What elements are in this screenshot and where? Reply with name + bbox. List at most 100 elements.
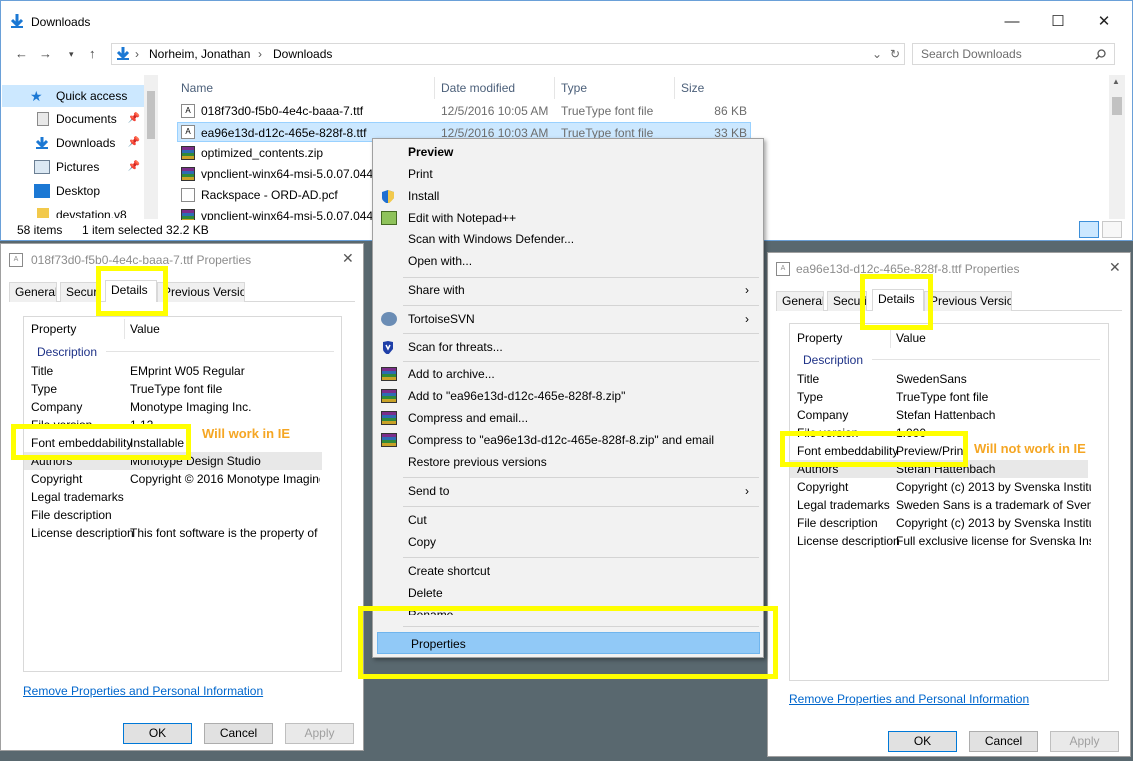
close-button[interactable]: ✕ <box>1081 9 1127 35</box>
menu-item-print[interactable]: Print <box>375 163 761 185</box>
list-item[interactable]: Type TrueType font file <box>31 380 331 398</box>
scroll-up-icon[interactable]: ▲ <box>1112 77 1120 86</box>
up-icon[interactable]: ↑ <box>89 46 96 61</box>
scroll-thumb[interactable] <box>1112 97 1122 115</box>
nav-item-desktop[interactable]: Desktop <box>2 180 144 202</box>
list-item[interactable]: Legal trademarks <box>31 488 331 506</box>
remove-properties-link[interactable]: Remove Properties and Personal Informati… <box>23 684 263 698</box>
large-icons-view-icon[interactable] <box>1102 221 1122 238</box>
menu-item-create-shortcut[interactable]: Create shortcut <box>375 560 761 582</box>
cancel-button[interactable]: Cancel <box>204 723 273 744</box>
tab-general[interactable]: General <box>776 291 824 311</box>
list-item[interactable]: License description This font software is… <box>31 524 331 542</box>
list-item[interactable]: Company Monotype Imaging Inc. <box>31 398 331 416</box>
pin-icon[interactable]: 📌 <box>128 156 140 178</box>
list-item[interactable]: Title EMprint W05 Regular <box>31 362 331 380</box>
list-item[interactable]: Copyright Copyright (c) 2013 by Svenska I… <box>797 478 1097 496</box>
nav-item-downloads[interactable]: Downloads 📌 <box>2 132 144 154</box>
group-divider <box>106 351 334 352</box>
col-divider[interactable] <box>434 77 435 99</box>
nav-item-pictures[interactable]: Pictures 📌 <box>2 156 144 178</box>
refresh-icon[interactable]: ↻ <box>890 47 900 61</box>
nav-scrollbar[interactable] <box>144 75 158 219</box>
nav-item-quick-access[interactable]: ★ Quick access <box>2 85 144 107</box>
group-description[interactable]: Description <box>803 353 863 367</box>
list-item[interactable]: Type TrueType font file <box>797 388 1097 406</box>
antivirus-shield-icon <box>383 341 393 354</box>
list-item[interactable]: Company Stefan Hattenbach <box>797 406 1097 424</box>
menu-item-tortoisesvn[interactable]: TortoiseSVN › <box>375 308 761 330</box>
menu-item-share-with[interactable]: Share with › <box>375 279 761 301</box>
recent-chevron-icon[interactable]: ▾ <box>69 49 74 60</box>
menu-item-scan-threats[interactable]: Scan for threats... <box>375 336 761 358</box>
tab-general[interactable]: General <box>9 282 57 302</box>
properties-dialog-right: A ea96e13d-d12c-465e-828f-8.ttf Properti… <box>767 252 1131 757</box>
search-input[interactable]: Search Downloads <box>912 43 1115 65</box>
tab-security[interactable]: Securit <box>60 282 100 302</box>
menu-item-cut[interactable]: Cut <box>375 509 761 531</box>
menu-item-restore[interactable]: Restore previous versions <box>375 451 761 473</box>
menu-item-install[interactable]: Install <box>375 185 761 207</box>
tab-previous-versions[interactable]: Previous Versions <box>157 282 245 302</box>
col-name[interactable]: Name <box>181 81 213 95</box>
nav-label: Downloads <box>56 136 116 150</box>
status-selection: 1 item selected 32.2 KB <box>82 223 209 237</box>
ok-button[interactable]: OK <box>123 723 192 744</box>
address-bar[interactable]: › Norheim, Jonathan › Downloads ⌄ ↻ <box>111 43 905 65</box>
menu-item-add-zip[interactable]: Add to "ea96e13d-d12c-465e-828f-8.zip" <box>375 385 761 407</box>
back-icon[interactable]: ← <box>15 46 28 61</box>
menu-item-send-to[interactable]: Send to › <box>375 480 761 502</box>
col-date[interactable]: Date modified <box>441 81 515 95</box>
nav-scroll-thumb[interactable] <box>147 91 155 139</box>
menu-item-preview[interactable]: Preview <box>375 141 761 163</box>
dropdown-chevron-icon[interactable]: ⌄ <box>872 47 882 61</box>
list-item[interactable]: File description <box>31 506 331 524</box>
list-item[interactable]: Title SwedenSans <box>797 370 1097 388</box>
list-item[interactable]: Copyright Copyright © 2016 Monotype Imagi… <box>31 470 331 488</box>
forward-icon[interactable]: → <box>39 46 52 61</box>
menu-item-add-archive[interactable]: Add to archive... <box>375 363 761 385</box>
ok-button[interactable]: OK <box>888 731 957 752</box>
property-header[interactable]: Property <box>31 322 76 336</box>
remove-properties-link[interactable]: Remove Properties and Personal Informati… <box>789 692 1029 706</box>
maximize-button[interactable]: ☐ <box>1035 9 1081 35</box>
menu-item-scan-defender[interactable]: Scan with Windows Defender... <box>375 228 761 250</box>
menu-item-open-with[interactable]: Open with... <box>375 250 761 272</box>
col-divider[interactable] <box>674 77 675 99</box>
minimize-button[interactable]: — <box>989 9 1035 35</box>
list-item[interactable]: License description Full exclusive licens… <box>797 532 1097 550</box>
close-icon[interactable]: ✕ <box>342 250 354 267</box>
apply-button[interactable]: Apply <box>285 723 354 744</box>
property-header[interactable]: Property <box>797 331 842 345</box>
group-description[interactable]: Description <box>37 345 97 359</box>
menu-separator <box>403 477 759 478</box>
menu-item-edit-notepad[interactable]: Edit with Notepad++ <box>375 207 761 229</box>
col-size[interactable]: Size <box>681 81 704 95</box>
col-divider[interactable] <box>554 77 555 99</box>
list-item[interactable]: Legal trademarks Sweden Sans is a tradema… <box>797 496 1097 514</box>
value-header[interactable]: Value <box>130 322 160 336</box>
menu-item-compress-zip-email[interactable]: Compress to "ea96e13d-d12c-465e-828f-8.z… <box>375 429 761 451</box>
apply-button[interactable]: Apply <box>1050 731 1119 752</box>
menu-item-copy[interactable]: Copy <box>375 531 761 553</box>
header-divider[interactable] <box>890 328 891 348</box>
nav-item-devstation[interactable]: devstation.v8 <box>2 204 144 218</box>
file-list-scrollbar[interactable]: ▲ <box>1109 75 1125 219</box>
menu-item-compress-email[interactable]: Compress and email... <box>375 407 761 429</box>
value-header[interactable]: Value <box>896 331 926 345</box>
list-item[interactable]: File description Copyright (c) 2013 by Sv… <box>797 514 1097 532</box>
table-row[interactable]: A 018f73d0-f5b0-4e4c-baaa-7.ttf 12/5/201… <box>177 101 751 121</box>
pin-icon[interactable]: 📌 <box>128 108 140 130</box>
menu-label: Install <box>408 189 440 203</box>
col-type[interactable]: Type <box>561 81 587 95</box>
cancel-button[interactable]: Cancel <box>969 731 1038 752</box>
details-view-icon[interactable] <box>1079 221 1099 238</box>
close-icon[interactable]: ✕ <box>1109 259 1121 276</box>
header-divider[interactable] <box>124 319 125 339</box>
menu-item-delete[interactable]: Delete <box>375 582 761 604</box>
tab-previous-versions[interactable]: Previous Versions <box>924 291 1012 311</box>
breadcrumb-downloads[interactable]: Downloads <box>273 47 332 61</box>
pin-icon[interactable]: 📌 <box>128 132 140 154</box>
breadcrumb-user[interactable]: Norheim, Jonathan <box>149 47 250 61</box>
nav-item-documents[interactable]: Documents 📌 <box>2 108 144 130</box>
